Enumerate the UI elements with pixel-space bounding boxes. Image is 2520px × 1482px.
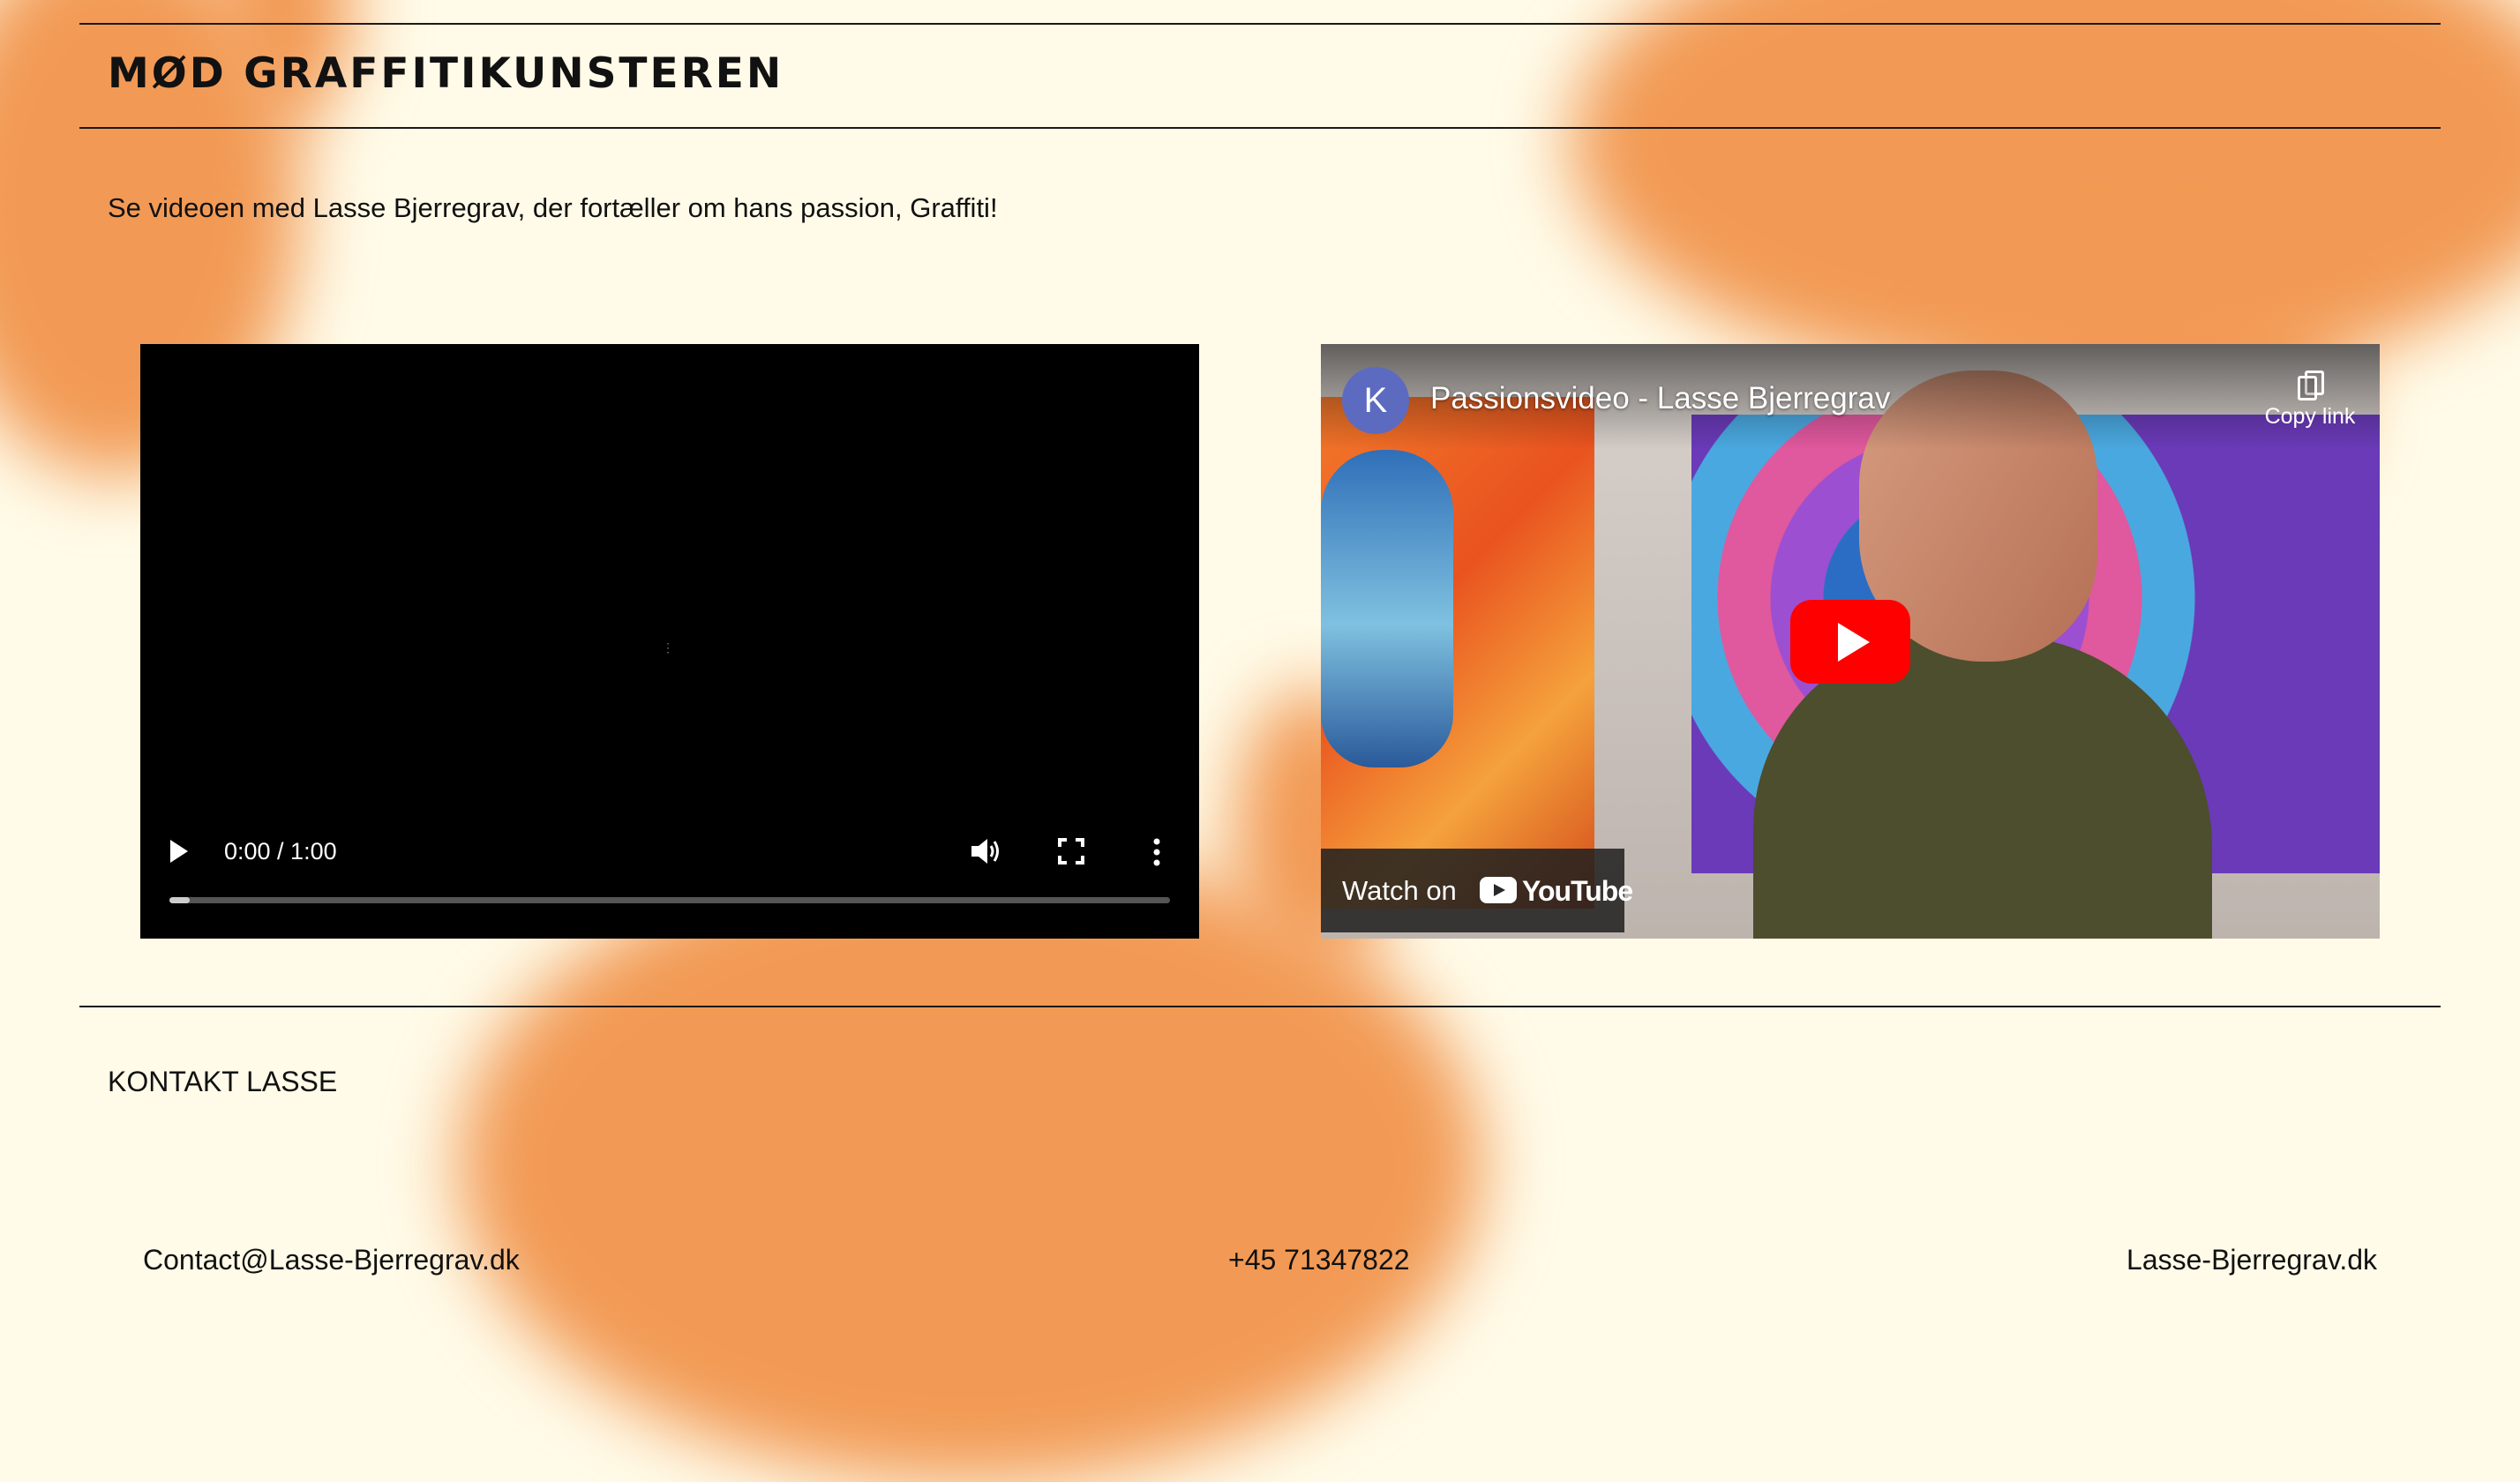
progress-bar[interactable]	[169, 897, 1170, 903]
channel-avatar[interactable]: K	[1342, 367, 1409, 434]
more-options-icon[interactable]	[1153, 838, 1160, 866]
youtube-play-button[interactable]	[1790, 600, 1910, 684]
thumbnail-mural-face	[1321, 450, 1453, 767]
video-title[interactable]: Passionsvideo - Lasse Bjerregrav	[1430, 381, 1890, 416]
fullscreen-icon[interactable]	[1058, 838, 1084, 864]
youtube-embed[interactable]: K Passionsvideo - Lasse Bjerregrav Copy …	[1321, 344, 2380, 939]
volume-icon[interactable]	[970, 836, 1001, 866]
video-player[interactable]: ⋮ 0:00 / 1:00	[140, 344, 1199, 939]
watch-on-youtube-button[interactable]: Watch on YouTube	[1321, 849, 1633, 932]
progress-fill	[169, 897, 190, 903]
play-icon	[1838, 623, 1870, 662]
intro-text: Se videoen med Lasse Bjerregrav, der for…	[108, 192, 998, 223]
youtube-logo-icon	[1480, 877, 1517, 903]
title-divider	[79, 127, 2441, 129]
loading-indicator: ⋮	[662, 640, 674, 655]
contact-title: KONTAKT LASSE	[108, 1066, 338, 1097]
watch-on-label: Watch on	[1342, 875, 1457, 906]
copy-link-button[interactable]: Copy link	[2265, 370, 2355, 430]
copy-link-label: Copy link	[2264, 404, 2356, 429]
contact-email-link[interactable]: Contact@Lasse-Bjerregrav.dk	[143, 1244, 520, 1276]
copy-icon	[2298, 370, 2324, 400]
contact-website-link[interactable]: Lasse-Bjerregrav.dk	[2126, 1244, 2377, 1276]
time-display: 0:00 / 1:00	[224, 838, 337, 864]
contact-phone-link[interactable]: +45 71347822	[1228, 1244, 1410, 1276]
youtube-wordmark: YouTube	[1522, 875, 1633, 907]
play-icon[interactable]	[170, 840, 188, 863]
top-divider	[79, 23, 2441, 25]
page-title: MØD GRAFFITIKUNSTEREN	[108, 49, 784, 98]
contact-divider	[79, 1006, 2441, 1007]
